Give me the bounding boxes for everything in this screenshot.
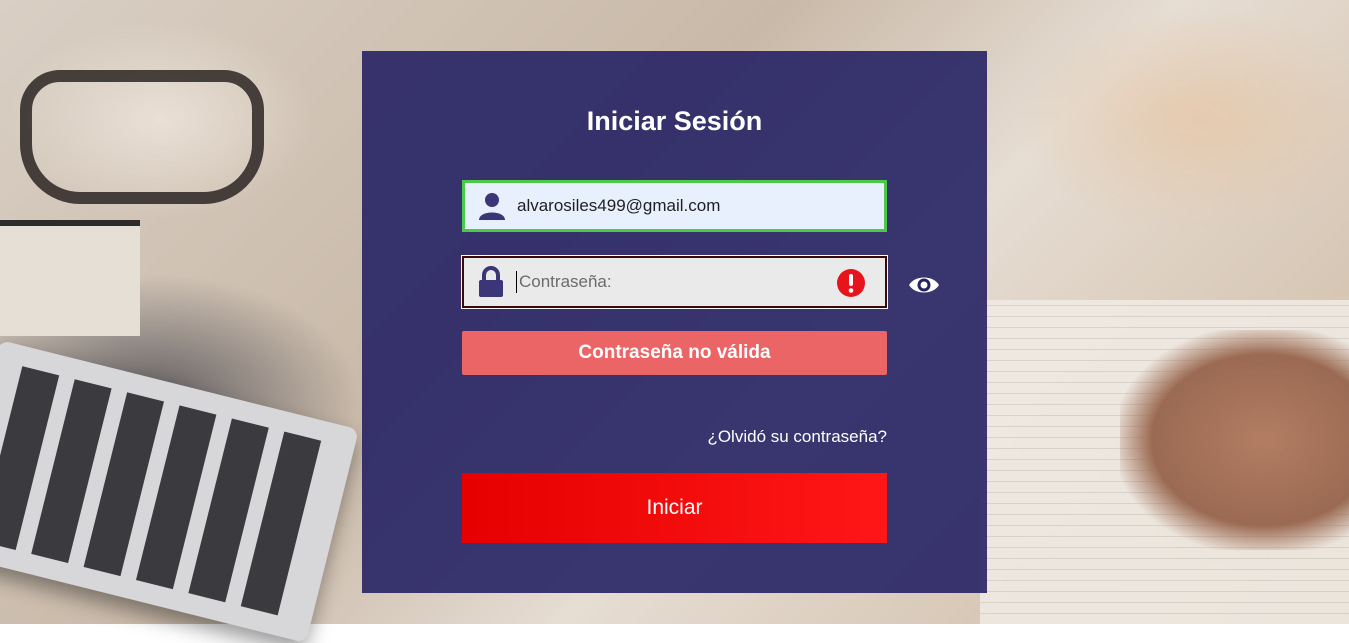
- error-icon: [837, 269, 865, 297]
- login-title: Iniciar Sesión: [586, 106, 763, 136]
- glasses-decoration: [20, 70, 264, 204]
- hand-decoration: [1120, 330, 1349, 550]
- forgot-password-link[interactable]: ¿Olvidó su contraseña?: [707, 427, 887, 447]
- email-field[interactable]: alvarosiles499@gmail.com: [462, 180, 887, 232]
- email-value[interactable]: alvarosiles499@gmail.com: [517, 196, 720, 216]
- calculator-decoration: [0, 340, 360, 643]
- submit-button[interactable]: Iniciar: [462, 473, 887, 543]
- lock-icon: [474, 265, 508, 299]
- user-icon: [475, 189, 509, 223]
- eye-icon[interactable]: [907, 271, 941, 299]
- login-card: Iniciar Sesión alvarosiles499@gmail.com: [362, 51, 987, 593]
- password-input[interactable]: [516, 271, 821, 293]
- password-field[interactable]: [462, 256, 887, 308]
- error-banner: Contraseña no válida: [462, 331, 887, 375]
- notebook-decoration: [0, 220, 140, 336]
